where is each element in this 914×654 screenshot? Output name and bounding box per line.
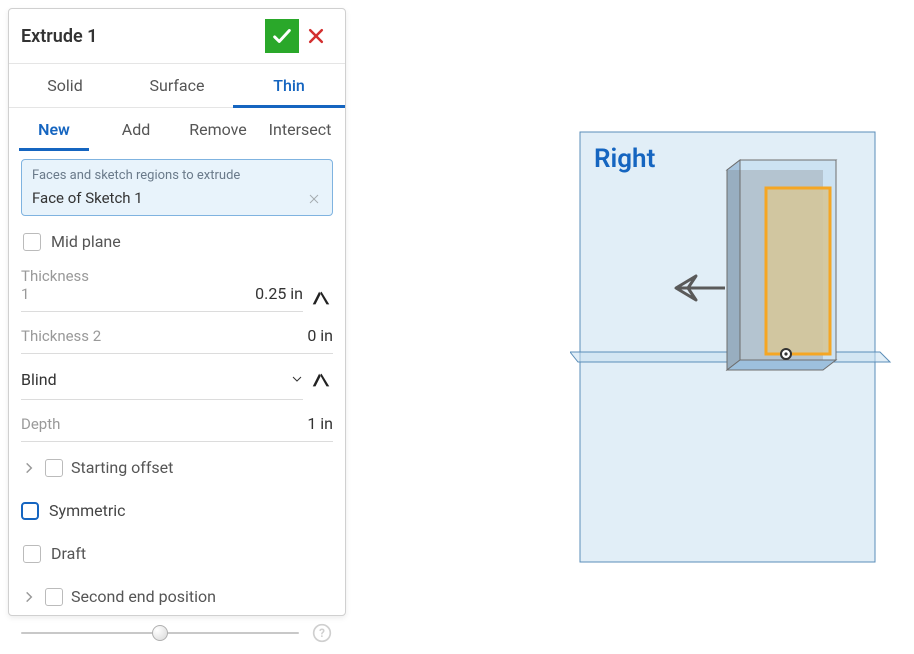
end-type-dropdown[interactable]: Blind (21, 364, 303, 395)
thickness2-label: Thickness 2 (21, 327, 122, 351)
extrude-dialog: Extrude 1 Solid Surface Thin New Add Rem… (8, 8, 346, 616)
tab-thin[interactable]: Thin (233, 64, 345, 107)
mid-plane-row: Mid plane (21, 224, 333, 259)
starting-offset-label: Starting offset (71, 458, 173, 477)
tab-new[interactable]: New (13, 108, 95, 151)
tab-intersect[interactable]: Intersect (259, 108, 341, 151)
chevron-right-icon (22, 461, 36, 475)
thickness1-flip-button[interactable] (309, 286, 333, 310)
second-end-row: Second end position (21, 579, 333, 614)
selection-label: Faces and sketch regions to extrude (32, 168, 322, 183)
depth-label: Depth (21, 415, 122, 439)
starting-offset-row: Starting offset (21, 450, 333, 485)
draft-checkbox[interactable] (23, 545, 41, 563)
tab-surface[interactable]: Surface (121, 64, 233, 107)
help-button[interactable]: ? (311, 622, 333, 644)
tabs-primary: Solid Surface Thin (9, 64, 345, 108)
symmetric-row: Symmetric (21, 493, 333, 528)
chevron-down-icon (291, 370, 303, 389)
tabs-secondary: New Add Remove Intersect (9, 108, 345, 151)
selection-box[interactable]: Faces and sketch regions to extrude Face… (21, 159, 333, 216)
direction-flip-button[interactable] (309, 368, 333, 392)
thickness2-input[interactable] (130, 320, 333, 351)
starting-offset-checkbox[interactable] (45, 459, 63, 477)
check-icon (271, 25, 293, 47)
depth-row: Depth (21, 408, 333, 442)
flip-icon (310, 287, 332, 309)
symmetric-label: Symmetric (49, 501, 126, 520)
help-icon: ? (312, 623, 332, 643)
x-icon (308, 193, 320, 205)
tab-remove[interactable]: Remove (177, 108, 259, 151)
confirm-button[interactable] (265, 19, 299, 53)
slider-thumb[interactable] (152, 625, 168, 641)
second-end-label: Second end position (71, 587, 216, 606)
panel-header: Extrude 1 (9, 9, 345, 64)
mid-plane-checkbox[interactable] (23, 233, 41, 251)
symmetric-checkbox[interactable] (21, 502, 39, 520)
mid-plane-label: Mid plane (51, 232, 121, 251)
thickness2-row: Thickness 2 (21, 320, 333, 354)
svg-text:?: ? (319, 626, 325, 640)
cancel-button[interactable] (299, 19, 333, 53)
chevron-right-icon (22, 590, 36, 604)
panel-body: Faces and sketch regions to extrude Face… (9, 151, 345, 614)
flip-icon (310, 369, 332, 391)
thickness1-label: Thickness 1 (21, 267, 92, 309)
panel-footer: ? (9, 614, 345, 654)
opacity-slider[interactable] (21, 623, 299, 643)
tab-add[interactable]: Add (95, 108, 177, 151)
panel-title: Extrude 1 (21, 26, 265, 47)
tab-solid[interactable]: Solid (9, 64, 121, 107)
thickness1-row: Thickness 1 (21, 267, 303, 312)
draft-row: Draft (21, 536, 333, 571)
selection-value: Face of Sketch 1 (32, 189, 322, 207)
plane-label: Right (594, 144, 655, 174)
close-icon (306, 26, 326, 46)
second-end-checkbox[interactable] (45, 588, 63, 606)
end-type-row: Blind (21, 362, 303, 400)
draft-label: Draft (51, 544, 86, 563)
depth-input[interactable] (130, 408, 333, 439)
thickness1-input[interactable] (100, 278, 303, 309)
viewport-3d: Right (570, 110, 900, 580)
second-end-expand[interactable] (21, 589, 37, 605)
clear-selection-button[interactable] (306, 191, 322, 207)
starting-offset-expand[interactable] (21, 460, 37, 476)
end-type-value: Blind (21, 370, 57, 389)
